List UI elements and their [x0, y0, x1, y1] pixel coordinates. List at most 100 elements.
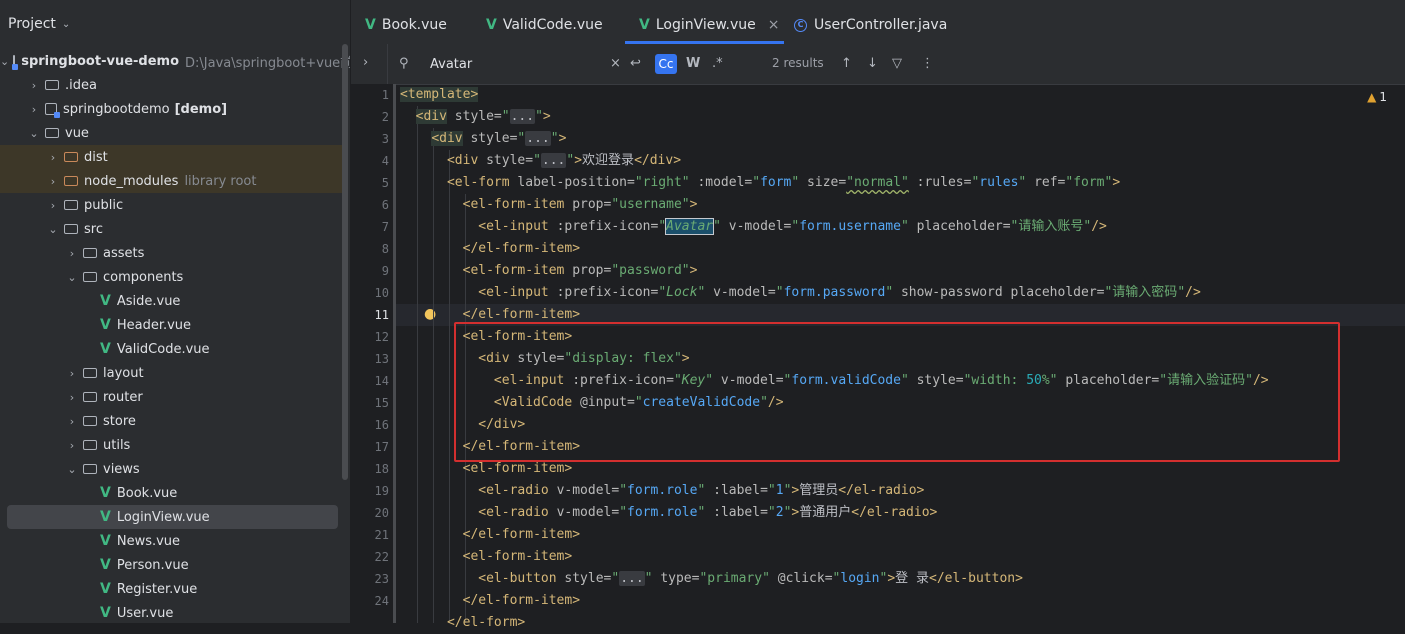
- tree-item-node-modules[interactable]: › node_modules library root: [0, 169, 342, 193]
- tree-item-extra: D:\Java\springboot+vue前: [185, 55, 350, 71]
- tree-item-router[interactable]: › router: [0, 385, 342, 409]
- line-number: 1: [381, 88, 389, 102]
- tree-item--idea[interactable]: › .idea: [0, 73, 342, 97]
- tab-loginview-vue[interactable]: V LoginView.vue ×: [625, 10, 784, 44]
- tree-item-header-vue[interactable]: V Header.vue: [0, 313, 342, 337]
- previous-occurrence-icon[interactable]: ↑: [841, 56, 852, 71]
- tree-item-layout[interactable]: › layout: [0, 361, 342, 385]
- tree-item-label: Book.vue: [116, 485, 178, 501]
- tree-item-label: Aside.vue: [116, 293, 181, 309]
- line-number: 18: [374, 462, 389, 476]
- tab-book-vue[interactable]: V Book.vue: [363, 10, 447, 40]
- vue-file-icon: V: [100, 533, 111, 549]
- tree-item-public[interactable]: › public: [0, 193, 342, 217]
- tab-validcode-vue[interactable]: V ValidCode.vue: [484, 10, 603, 40]
- vue-file-icon: V: [100, 317, 111, 333]
- tree-item-validcode-vue[interactable]: V ValidCode.vue: [0, 337, 342, 361]
- tree-item-user-vue[interactable]: V User.vue: [0, 601, 342, 623]
- code-line-9: <el-form-item prop="password">: [462, 263, 698, 278]
- tree-item-dist[interactable]: › dist: [0, 145, 342, 169]
- line-number: 16: [374, 418, 389, 432]
- more-options-icon[interactable]: ⋮: [921, 56, 934, 71]
- chevron-right-icon[interactable]: ›: [46, 175, 60, 188]
- folder-icon: [83, 464, 97, 474]
- tree-item-person-vue[interactable]: V Person.vue: [0, 553, 342, 577]
- match-case-toggle[interactable]: Cc: [655, 54, 677, 74]
- chevron-right-icon[interactable]: ›: [65, 439, 79, 452]
- project-view-selector[interactable]: Project ⌄: [0, 12, 70, 36]
- tree-item-assets[interactable]: › assets: [0, 241, 342, 265]
- chevron-down-icon[interactable]: ⌄: [0, 55, 9, 68]
- line-number: 20: [374, 506, 389, 520]
- close-tab-icon[interactable]: ×: [768, 17, 780, 33]
- project-scrollbar[interactable]: [342, 44, 348, 480]
- tree-item-loginview-vue[interactable]: V LoginView.vue: [7, 505, 338, 529]
- warning-indicator[interactable]: ▲ 1: [1367, 90, 1387, 104]
- search-input[interactable]: [395, 52, 620, 76]
- chevron-right-icon[interactable]: ›: [65, 391, 79, 404]
- line-number: 12: [374, 330, 389, 344]
- clear-search-icon[interactable]: ×: [610, 56, 621, 71]
- module-icon: [45, 103, 60, 118]
- chevron-right-icon[interactable]: ›: [27, 103, 41, 116]
- chevron-right-icon[interactable]: ›: [65, 367, 79, 380]
- tree-item-book-vue[interactable]: V Book.vue: [0, 481, 342, 505]
- regex-toggle[interactable]: .*: [712, 56, 723, 71]
- whole-words-toggle[interactable]: W: [686, 56, 700, 71]
- folder-icon: [83, 272, 97, 282]
- tree-item-label: utils: [103, 437, 131, 453]
- tree-item-views[interactable]: ⌄ views: [0, 457, 342, 481]
- chevron-down-icon[interactable]: ⌄: [65, 463, 79, 476]
- chevron-down-icon[interactable]: ⌄: [46, 223, 60, 236]
- tree-item-components[interactable]: ⌄ components: [0, 265, 342, 289]
- tree-item-src[interactable]: ⌄ src: [0, 217, 342, 241]
- tree-item-aside-vue[interactable]: V Aside.vue: [0, 289, 342, 313]
- tree-item-label: store: [103, 413, 136, 429]
- tree-item-utils[interactable]: › utils: [0, 433, 342, 457]
- line-number: 17: [374, 440, 389, 454]
- folder-icon: [83, 248, 97, 258]
- chevron-down-icon[interactable]: ⌄: [65, 271, 79, 284]
- tree-item-label: vue: [65, 125, 89, 141]
- code-line-3: <div style="...">: [431, 131, 567, 146]
- excluded-folder-icon: [64, 152, 78, 162]
- line-number: 9: [381, 264, 389, 278]
- tree-item-vue[interactable]: ⌄ vue: [0, 121, 342, 145]
- chevron-right-icon[interactable]: ›: [46, 199, 60, 212]
- tree-item-label: LoginView.vue: [116, 509, 210, 525]
- chevron-right-icon[interactable]: ›: [27, 79, 41, 92]
- chevron-down-icon[interactable]: ⌄: [62, 19, 70, 30]
- project-panel: Project ⌄ ⌄ springboot-vue-demo D:\Java\sp…: [0, 0, 350, 623]
- new-line-icon[interactable]: ↩: [630, 56, 641, 71]
- line-number: 15: [374, 396, 389, 410]
- chevron-down-icon[interactable]: ⌄: [27, 127, 41, 140]
- tree-item-news-vue[interactable]: V News.vue: [0, 529, 342, 553]
- chevron-right-icon[interactable]: ›: [46, 151, 60, 164]
- change-marker-bar: [393, 84, 396, 623]
- expand-replace-icon[interactable]: ›: [363, 55, 368, 70]
- line-number: 14: [374, 374, 389, 388]
- code-line-10: <el-input :prefix-icon="Lock" v-model="f…: [478, 285, 1201, 300]
- tab-usercontroller-java[interactable]: C UserController.java: [794, 10, 947, 40]
- tree-item-extra: library root: [184, 173, 257, 189]
- tree-item-register-vue[interactable]: V Register.vue: [0, 577, 342, 601]
- line-number: 24: [374, 594, 389, 608]
- line-number: 7: [381, 220, 389, 234]
- tree-item-springbootdemo[interactable]: › springbootdemo [demo]: [0, 97, 342, 121]
- next-occurrence-icon[interactable]: ↓: [867, 56, 878, 71]
- code-line-22: <el-form-item>: [462, 549, 573, 564]
- folder-icon: [45, 128, 59, 138]
- line-number: 23: [374, 572, 389, 586]
- tree-item-label: router: [103, 389, 143, 405]
- tree-item-springboot-vue-demo[interactable]: ⌄ springboot-vue-demo D:\Java\springboot+v…: [0, 49, 350, 73]
- tree-item-label: .idea: [65, 77, 97, 93]
- chevron-right-icon[interactable]: ›: [65, 247, 79, 260]
- filter-icon[interactable]: ▽: [892, 56, 902, 71]
- line-number: 8: [381, 242, 389, 256]
- vue-icon: V: [639, 17, 650, 33]
- excluded-folder-icon: [64, 176, 78, 186]
- tree-item-store[interactable]: › store: [0, 409, 342, 433]
- code-line-7: <el-input :prefix-icon="Avatar" v-model=…: [478, 218, 1107, 235]
- chevron-right-icon[interactable]: ›: [65, 415, 79, 428]
- tree-item-label: layout: [103, 365, 144, 381]
